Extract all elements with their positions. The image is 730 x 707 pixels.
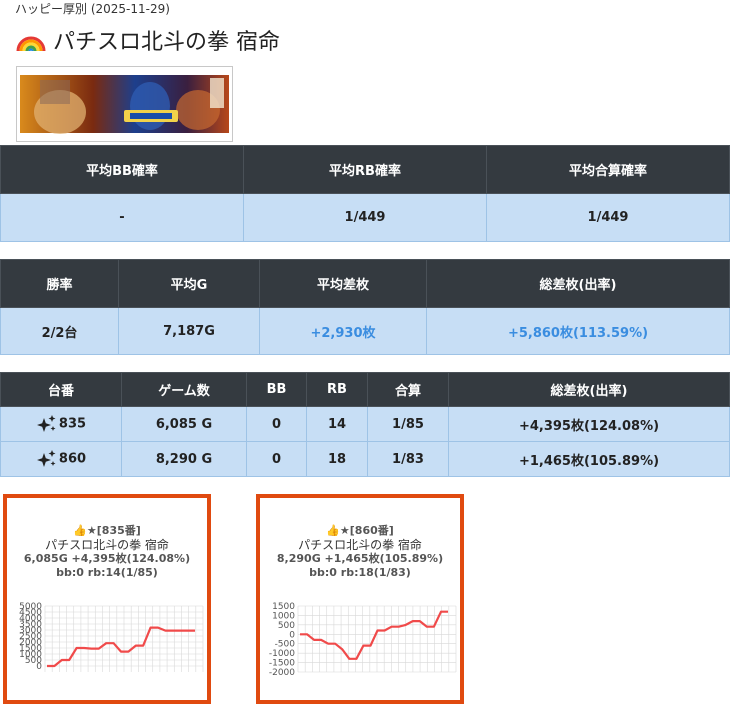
series-line [300, 610, 448, 660]
sparkle-icon [36, 415, 56, 432]
bb-cell: 0 [246, 441, 307, 477]
diff-chart-835: 5000450040003500300025002000150010005000 [19, 602, 204, 672]
games-cell: 8,290 G [121, 441, 247, 477]
banner-artwork [20, 70, 229, 138]
y-tick-label: -2000 [269, 668, 295, 678]
header-bb: BB [246, 372, 307, 407]
page-subtitle: ハッピー厚別 (2025-11-29) [15, 2, 170, 16]
table-row[interactable]: 835 6,085 G 0 14 1/85 +4,395枚(124.08%) [0, 406, 730, 442]
total-cell: 1/85 [367, 406, 449, 442]
card-stats: 8,290G +1,465枚(105.89%) [276, 552, 444, 565]
card-bbrb: bb:0 rb:18(1/83) [309, 566, 411, 579]
bb-cell: 0 [246, 406, 307, 442]
machine-table: 台番 ゲーム数 BB RB 合算 総差枚(出率) 835 6,085 G 0 1… [0, 372, 730, 477]
card-header: 👍★[835番] パチスロ北斗の拳 宿命 6,085G +4,395枚(124.… [7, 524, 207, 580]
value-avg-total: 1/449 [486, 193, 730, 242]
value-avg-rb: 1/449 [243, 193, 487, 242]
header-diff: 総差枚(出率) [448, 372, 730, 407]
sparkle-icon [36, 450, 56, 467]
machine-no-cell[interactable]: 860 [0, 441, 122, 477]
machine-no-cell[interactable]: 835 [0, 406, 122, 442]
games-cell: 6,085 G [121, 406, 247, 442]
card-stats: 6,085G +4,395枚(124.08%) [23, 552, 191, 565]
machine-card-835[interactable]: 👍★[835番] パチスロ北斗の拳 宿命 6,085G +4,395枚(124.… [3, 494, 211, 704]
header-total-diff: 総差枚(出率) [426, 259, 730, 308]
summary-result-table: 勝率 平均G 平均差枚 総差枚(出率) 2/2台 7,187G +2,930枚 … [0, 259, 730, 355]
y-tick-label: 0 [36, 662, 42, 672]
value-avg-diff: +2,930枚 [259, 307, 427, 355]
rb-cell: 18 [306, 441, 368, 477]
summary-probability-table: 平均BB確率 平均RB確率 平均合算確率 - 1/449 1/449 [0, 145, 730, 242]
diff-chart-860: 150010005000-500-1000-1500-2000 [269, 602, 457, 678]
card-bbrb: bb:0 rb:14(1/85) [56, 566, 158, 579]
card-machine-name: パチスロ北斗の拳 宿命 [45, 538, 169, 552]
machine-card-860[interactable]: 👍★[860番] パチスロ北斗の拳 宿命 8,290G +1,465枚(105.… [256, 494, 464, 704]
header-avg-games: 平均G [118, 259, 260, 308]
header-avg-diff: 平均差枚 [259, 259, 427, 308]
value-avg-bb: - [0, 193, 244, 242]
card-label: 👍★[835番] [73, 524, 141, 537]
value-avg-games: 7,187G [118, 307, 260, 355]
header-machine-no: 台番 [0, 372, 122, 407]
header-win-rate: 勝率 [0, 259, 119, 308]
card-machine-name: パチスロ北斗の拳 宿命 [298, 538, 422, 552]
rb-cell: 14 [306, 406, 368, 442]
value-win-rate: 2/2台 [0, 307, 119, 355]
rainbow-icon [16, 36, 46, 52]
page-title-text: パチスロ北斗の拳 宿命 [53, 30, 280, 55]
card-header: 👍★[860番] パチスロ北斗の拳 宿命 8,290G +1,465枚(105.… [260, 524, 460, 580]
value-total-diff: +5,860枚(113.59%) [426, 307, 730, 355]
header-avg-rb: 平均RB確率 [243, 145, 487, 194]
machine-no: 835 [58, 416, 87, 432]
diff-cell: +4,395枚(124.08%) [448, 406, 730, 442]
machine-no: 860 [58, 451, 87, 467]
total-cell: 1/83 [367, 441, 449, 477]
header-total: 合算 [367, 372, 449, 407]
machine-banner-image [16, 66, 233, 142]
page-title: パチスロ北斗の拳 宿命 [15, 24, 280, 56]
header-games: ゲーム数 [121, 372, 247, 407]
card-label: 👍★[860番] [326, 524, 394, 537]
table-row[interactable]: 860 8,290 G 0 18 1/83 +1,465枚(105.89%) [0, 441, 730, 477]
header-avg-bb: 平均BB確率 [0, 145, 244, 194]
diff-cell: +1,465枚(105.89%) [448, 441, 730, 477]
header-rb: RB [306, 372, 368, 407]
header-avg-total: 平均合算確率 [486, 145, 730, 194]
